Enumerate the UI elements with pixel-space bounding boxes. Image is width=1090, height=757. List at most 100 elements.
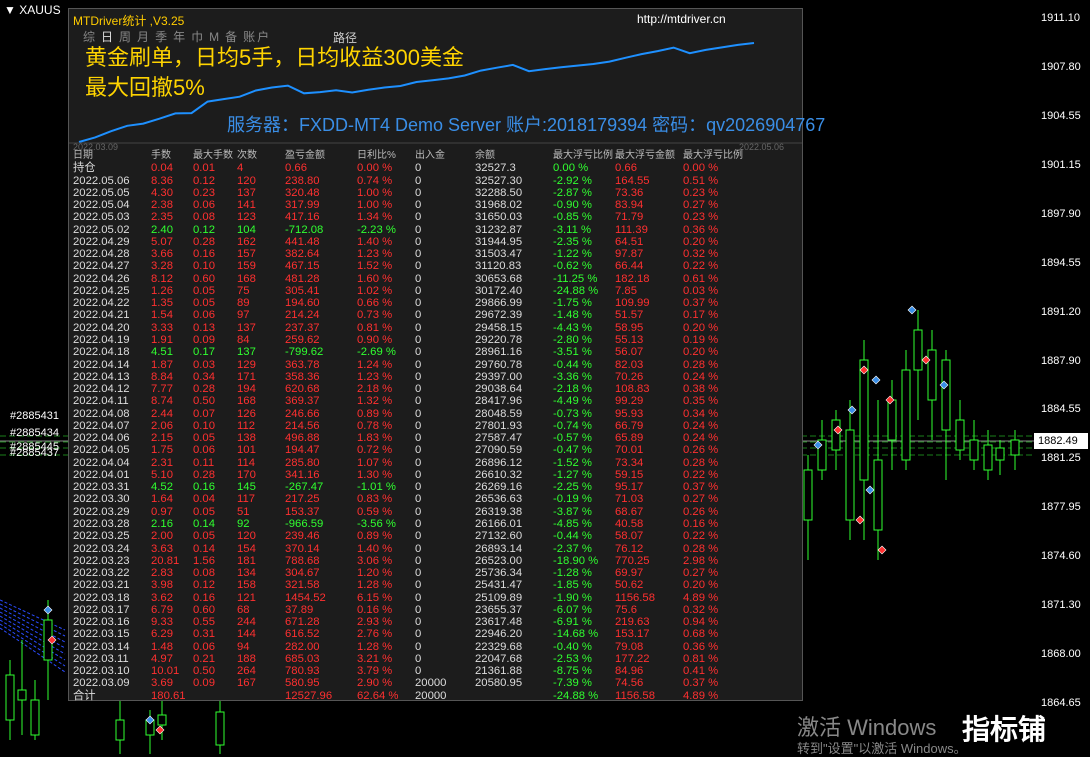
table-row: 持仓 0.04 0.01 4 0.66 0.00 % 0 32527.3 0.00 % 0.66 0… <box>73 162 743 174</box>
table-cell: 0 <box>415 272 422 285</box>
table-cell: -0.74 % <box>553 419 592 432</box>
table-cell: 0.36 % <box>683 223 719 236</box>
table-cell: 30172.40 <box>475 284 523 297</box>
table-cell: 0.26 % <box>683 444 719 457</box>
table-cell: 2022.05.06 <box>73 174 130 187</box>
table-cell: 82.03 <box>615 358 644 371</box>
candle-body <box>1010 439 1020 456</box>
table-cell: 27587.47 <box>475 432 523 445</box>
column-header: 手数 <box>151 150 171 161</box>
table-cell: 111.39 <box>615 223 648 236</box>
table-cell: 496.88 <box>285 432 320 445</box>
table-cell: 121 <box>237 591 256 604</box>
table-row: 2022.04.18 4.51 0.17 137 -799.62 -2.69 % 0 2896… <box>73 346 743 358</box>
table-cell: -2.87 % <box>553 186 592 199</box>
table-row: 2022.03.22 2.83 0.08 134 304.67 1.20 % 0 25736.… <box>73 567 743 579</box>
table-cell: 3.62 <box>151 591 173 604</box>
table-cell: 112 <box>237 419 256 432</box>
table-cell: 0 <box>415 579 422 592</box>
table-cell: 1.24 % <box>357 358 393 371</box>
column-header: 最大手数 <box>193 150 233 161</box>
table-cell: 2022.03.31 <box>73 481 130 494</box>
table-cell: 2.98 % <box>683 554 719 567</box>
table-cell: 3.66 <box>151 248 173 261</box>
table-cell: 3.28 <box>151 260 173 273</box>
table-cell: 95.17 <box>615 481 644 494</box>
table-cell: 26610.32 <box>475 468 523 481</box>
table-cell: -2.23 % <box>357 223 396 236</box>
order-label: #2885431 <box>10 410 59 422</box>
table-cell: 2.38 <box>151 199 173 212</box>
table-row: 2022.04.21 1.54 0.06 97 214.24 0.73 % 0 29672.3… <box>73 309 743 321</box>
table-cell: 51.57 <box>615 309 644 322</box>
table-cell: -2.25 % <box>553 481 592 494</box>
table-cell: 2022.04.26 <box>73 272 130 285</box>
table-row: 2022.03.14 1.48 0.06 94 282.00 1.28 % 0 22329.6… <box>73 641 743 653</box>
table-cell: 55.13 <box>615 333 644 346</box>
table-cell: 6.79 <box>151 603 173 616</box>
table-row: 2022.04.01 5.10 0.28 170 341.16 1.30 % 0 26610.… <box>73 469 743 481</box>
table-row: 2022.04.14 1.87 0.03 129 363.78 1.24 % 0 29760.… <box>73 359 743 371</box>
table-row: 2022.04.04 2.31 0.11 114 285.80 1.07 % 0 26896.… <box>73 457 743 469</box>
table-cell: 4 <box>237 162 244 175</box>
candle-body <box>859 359 869 481</box>
candle-body <box>873 459 883 531</box>
table-cell: 0 <box>415 333 422 346</box>
order-label: #2885437 <box>10 447 59 459</box>
table-cell: 2022.03.15 <box>73 628 130 641</box>
table-cell: 0 <box>415 199 422 212</box>
table-cell: 75 <box>237 284 250 297</box>
table-cell: 0.61 % <box>683 272 719 285</box>
table-cell: 70.26 <box>615 370 644 383</box>
column-header: 最大浮亏金额 <box>615 150 675 161</box>
table-cell: 74.56 <box>615 677 644 690</box>
price-axis: 1911.10 1907.80 1904.55 1901.15 1897.90 1894.… <box>1035 0 1090 754</box>
column-header: 日期 <box>73 150 93 161</box>
table-cell: -2.18 % <box>553 383 592 396</box>
table-cell: -799.62 <box>285 346 324 359</box>
stats-panel[interactable]: MTDriver统计 ,V3.25 http://mtdriver.cn 综日周… <box>68 8 825 702</box>
table-cell: 0.06 <box>193 199 215 212</box>
table-row: 2022.04.07 2.06 0.10 112 214.56 0.78 % 0 27801.… <box>73 420 743 432</box>
table-cell: 4.89 % <box>683 689 719 702</box>
table-cell: 0 <box>415 628 422 641</box>
table-cell: 0.35 % <box>683 395 719 408</box>
table-cell: 1.02 % <box>357 284 393 297</box>
table-cell: 320.48 <box>285 186 320 199</box>
table-cell: 76.12 <box>615 542 644 555</box>
table-cell: 4.97 <box>151 652 173 665</box>
table-cell: 0.07 <box>193 407 215 420</box>
table-cell: 0.32 % <box>683 603 719 616</box>
table-cell: -0.73 % <box>553 407 592 420</box>
table-cell: 2022.03.18 <box>73 591 130 604</box>
column-header: 最大浮亏比例 <box>683 150 743 161</box>
table-cell: 0.72 % <box>357 444 393 457</box>
table-cell: -11.25 % <box>553 272 598 285</box>
table-cell: 58.07 <box>615 530 644 543</box>
table-cell: 1.56 <box>193 554 215 567</box>
table-cell: 0.23 % <box>683 211 719 224</box>
table-cell: 10.01 <box>151 665 180 678</box>
table-cell: 616.52 <box>285 628 320 641</box>
table-row: 2022.03.23 20.81 1.56 181 788.68 3.06 % 0 26523… <box>73 555 743 567</box>
table-cell: 2.83 <box>151 567 173 580</box>
table-row: 2022.04.29 5.07 0.28 162 441.48 1.40 % 0 31944.… <box>73 236 743 248</box>
table-cell: 0.20 % <box>683 346 719 359</box>
table-cell: 58.95 <box>615 321 644 334</box>
table-cell: 0 <box>415 432 422 445</box>
candle-body <box>831 419 841 451</box>
table-cell: -267.47 <box>285 481 324 494</box>
table-cell: 0.24 % <box>683 432 719 445</box>
table-cell: 56.07 <box>615 346 644 359</box>
table-cell: 1.48 <box>151 640 173 653</box>
candle-body <box>901 369 911 461</box>
table-cell: 持仓 <box>73 162 96 175</box>
table-row: 2022.03.21 3.98 0.12 158 321.58 1.28 % 0 25431.… <box>73 579 743 591</box>
table-cell: 171 <box>237 370 256 383</box>
table-cell: 0.38 % <box>683 383 719 396</box>
brand-logo: 指标铺 <box>962 714 1047 745</box>
table-cell: 2.44 <box>151 407 173 420</box>
table-row: 2022.04.05 1.75 0.06 101 194.47 0.72 % 0 27090.… <box>73 444 743 456</box>
table-cell: 0.06 <box>193 640 215 653</box>
price-tick: 1874.60 <box>1041 550 1081 562</box>
